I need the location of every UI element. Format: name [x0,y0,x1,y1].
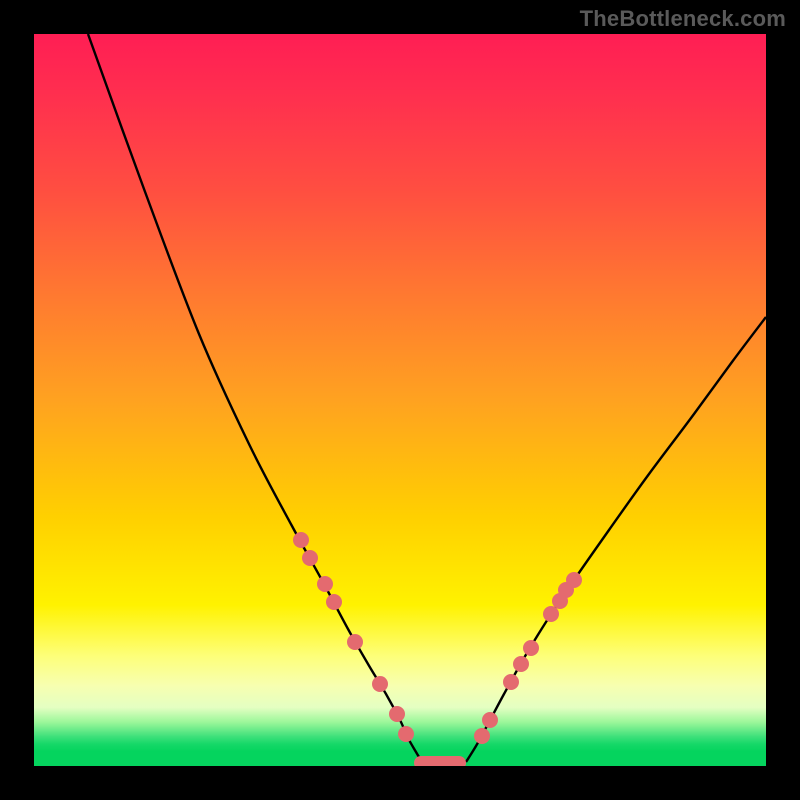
left-curve [88,34,422,762]
curve-marker [326,594,342,610]
curve-marker [513,656,529,672]
curve-marker [474,728,490,744]
curve-marker [347,634,363,650]
right-curve-markers [474,572,582,744]
curve-marker [482,712,498,728]
curves-svg [34,34,766,766]
right-curve [466,317,766,762]
chart-container: TheBottleneck.com [0,0,800,800]
curve-marker [389,706,405,722]
curve-marker [543,606,559,622]
bottom-cluster-marker [414,756,466,766]
curve-marker [302,550,318,566]
curve-marker [503,674,519,690]
curve-marker [398,726,414,742]
curve-marker [566,572,582,588]
curve-marker [293,532,309,548]
plot-area [34,34,766,766]
left-curve-markers [293,532,414,742]
curve-marker [317,576,333,592]
curve-marker [372,676,388,692]
curve-marker [523,640,539,656]
watermark-text: TheBottleneck.com [580,6,786,32]
